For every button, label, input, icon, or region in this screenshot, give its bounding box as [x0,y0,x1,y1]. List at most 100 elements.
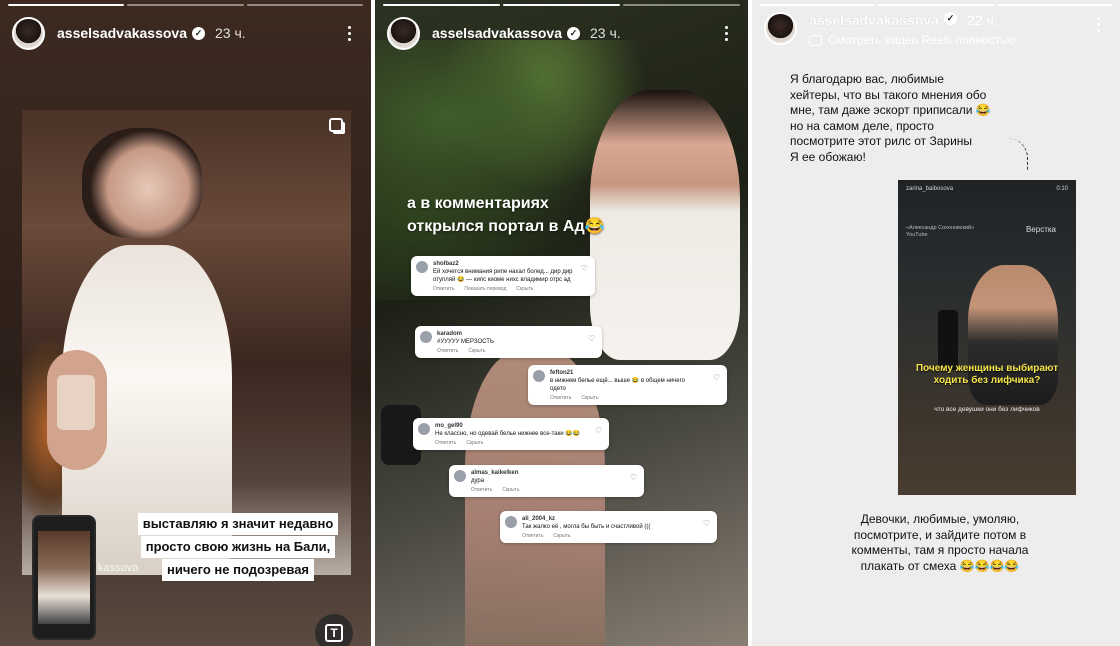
story-panel-1[interactable]: asselsadvakassova ✓ 23 ч. kassova выстав… [0,0,371,646]
reply-link[interactable]: Ответить [522,533,543,539]
text-tool-button[interactable]: T [315,614,353,646]
text-line: посмотрите, и зайдите потом в [853,527,1027,542]
comment-user: sholbaz2 [433,261,459,267]
comment-actions: Ответить Скрыть [437,348,595,354]
wine-glass [57,375,95,430]
text-line: мне, там даже эскорт приписали 😂 [790,103,991,117]
reels-link[interactable]: Смотреть видео Reels полностью [809,33,1016,47]
story-header: asselsadvakassova ✓ 23 ч. [12,16,359,50]
story-panel-2[interactable]: asselsadvakassova ✓ 23 ч. а в комментари… [375,0,748,646]
hide-link[interactable]: Скрыть [466,440,483,446]
reply-link[interactable]: Ответить [435,440,456,446]
reel-subtitle: «Александр Сохоновский» YouTube [906,225,975,238]
progress-segment [503,4,620,6]
reel-caption: Почему женщины выбирают ходить без лифчи… [915,363,1059,386]
username[interactable]: asselsadvakassova [432,25,562,41]
heart-icon[interactable]: ♡ [595,426,602,435]
comment-text: Не классно, но одевай белье нижнее все-т… [435,431,581,437]
story-panel-3[interactable]: asselsadvakassova ✓ 22 ч. Смотреть видео… [752,0,1120,646]
story-progress [760,4,1112,6]
heart-icon[interactable]: ♡ [713,373,720,382]
comment-actions: Ответить Скрыть [471,487,637,493]
reshared-post-thumbnail[interactable] [32,515,96,640]
comment-card: fefton21 в нижнем белье ещё... выше 😂 в … [528,365,727,405]
verified-badge-icon: ✓ [567,26,580,40]
heart-icon[interactable]: ♡ [581,264,588,273]
reply-link[interactable]: Ответить [550,395,571,401]
headline-line: открылся портал в Ад😂 [407,218,605,235]
hide-link[interactable]: Скрыть [468,348,485,354]
text-line: но на самом деле, просто [790,118,934,133]
translate-link[interactable]: Показать перевод [464,286,506,292]
comment-user: fefton21 [550,370,574,376]
story-time: 22 ч. [967,12,998,28]
story-time: 23 ч. [590,25,621,41]
comment-text: Так жалко её , могла бы быть и счастливо… [522,524,651,530]
comment-card: ali_2004_kz Так жалко её , могла бы быть… [500,511,717,543]
heart-icon[interactable]: ♡ [703,519,710,528]
progress-segment [246,4,363,6]
hide-link[interactable]: Скрыть [553,533,570,539]
hide-link[interactable]: Скрыть [581,395,598,401]
story-bottom-text: Девочки, любимые, умоляю, посмотрите, и … [790,512,1090,574]
comment-actions: Ответить Показать перевод Скрыть [433,286,588,292]
comment-user: karadom [437,331,463,337]
woman-head [82,128,202,238]
username[interactable]: asselsadvakassova [57,25,187,41]
story-header: asselsadvakassova ✓ 23 ч. [387,16,736,50]
reel-preview[interactable]: zarina_baibosova 0:10 «Александр Сохонов… [898,180,1076,495]
comment-card: sholbaz2 Ей хочется внимания рипе нахал … [411,256,595,296]
reply-link[interactable]: Ответить [437,348,458,354]
reply-link[interactable]: Ответить [471,487,492,493]
story-headline: а в комментариях открылся портал в Ад😂 [407,192,605,238]
comment-text: Ей хочется внимания рипе нахал болед... … [433,269,573,283]
multi-photo-icon [329,118,343,132]
comment-avatar [420,331,432,343]
reel-author: zarina_baibosova [906,186,954,192]
more-options-icon[interactable] [339,21,359,45]
comment-text: дура [471,478,485,484]
caption-line: выставляю я значит недавно [137,513,339,535]
comment-actions: Ответить Скрыть [550,395,720,401]
progress-segment [878,4,994,6]
story-progress [383,4,740,6]
headline-line: а в комментариях [407,195,549,212]
more-options-icon[interactable] [716,21,736,45]
text-line: хейтеры, что вы такого мнения обо [790,87,987,102]
caption-line: просто свою жизнь на Бали, [140,536,336,558]
progress-segment [8,4,125,6]
comment-text: #УУУУУ МЕРЗОСТЬ [437,339,494,345]
story-caption: выставляю я значит недавно просто свою ж… [128,513,348,582]
more-options-icon[interactable] [1088,12,1108,36]
camera-reels-icon [809,34,822,46]
caption-line: ничего не подозревая [161,559,315,581]
text-line: Девочки, любимые, умоляю, [860,512,1020,526]
text-line: Я благодарю вас, любимые [790,72,944,86]
heart-icon[interactable]: ♡ [588,334,595,343]
comment-card: almas_kaikelken дура Ответить Скрыть ♡ [449,465,644,497]
avatar[interactable] [387,16,420,50]
reel-time: 0:10 [1056,186,1068,192]
heart-icon[interactable]: ♡ [630,473,637,482]
text-tool-icon: T [325,624,343,642]
comment-avatar [416,261,428,273]
reply-link[interactable]: Ответить [433,286,454,292]
story-progress [8,4,363,6]
comment-actions: Ответить Скрыть [522,533,710,539]
story-photo [22,110,351,575]
username[interactable]: asselsadvakassova [809,12,939,28]
hide-link[interactable]: Скрыть [516,286,533,292]
microphone [938,310,958,370]
progress-segment [760,4,876,6]
reels-link-label: Смотреть видео Reels полностью [828,33,1016,47]
comment-card: karadom #УУУУУ МЕРЗОСТЬ Ответить Скрыть … [415,326,602,358]
avatar[interactable] [12,16,45,50]
comment-user: almas_kaikelken [471,470,519,476]
avatar[interactable] [764,12,797,45]
progress-segment [623,4,740,6]
reel-header: zarina_baibosova 0:10 [906,186,1068,192]
story-time: 23 ч. [215,25,246,41]
comment-avatar [418,423,430,435]
hide-link[interactable]: Скрыть [502,487,519,493]
comment-user: ali_2004_kz [522,516,556,522]
